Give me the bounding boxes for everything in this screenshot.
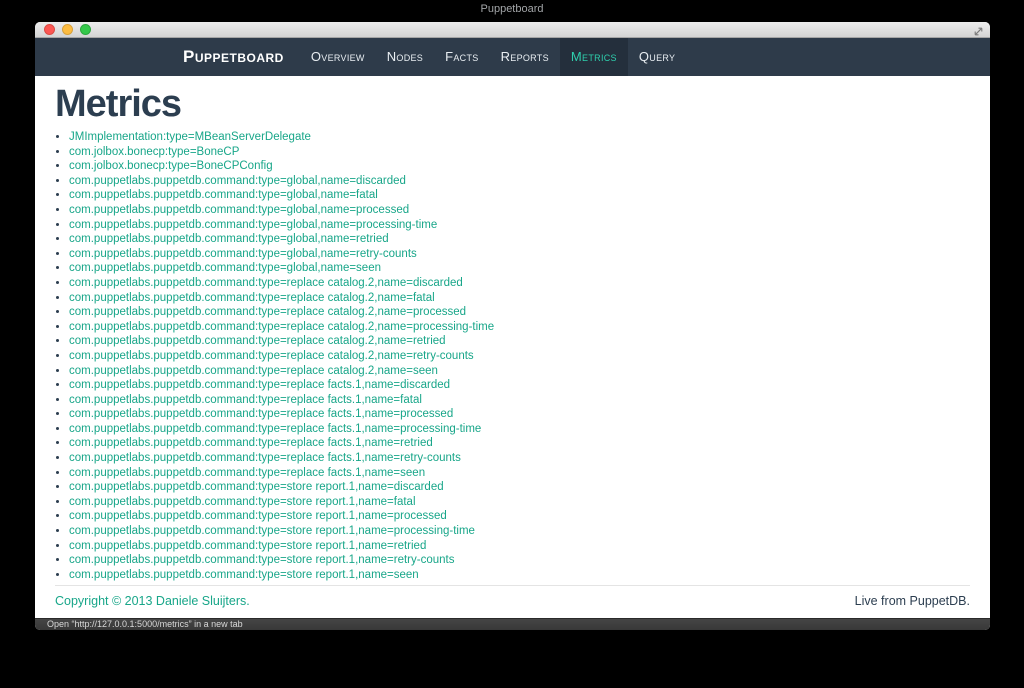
metric-list-item: com.puppetlabs.puppetdb.command:type=rep…: [69, 291, 970, 306]
main-navbar: Puppetboard Overview Nodes Facts Reports…: [35, 38, 990, 76]
metric-list-item: com.puppetlabs.puppetdb.command:type=sto…: [69, 509, 970, 524]
metric-list-item: com.puppetlabs.puppetdb.command:type=sto…: [69, 539, 970, 554]
metric-link[interactable]: com.puppetlabs.puppetdb.command:type=rep…: [69, 277, 463, 289]
metric-link[interactable]: com.puppetlabs.puppetdb.command:type=rep…: [69, 379, 450, 391]
metric-list-item: com.puppetlabs.puppetdb.command:type=rep…: [69, 466, 970, 481]
metric-link[interactable]: com.jolbox.bonecp:type=BoneCPConfig: [69, 160, 273, 172]
metric-list-item: com.puppetlabs.puppetdb.command:type=glo…: [69, 188, 970, 203]
metric-link[interactable]: com.puppetlabs.puppetdb.command:type=rep…: [69, 437, 433, 449]
metric-link[interactable]: com.puppetlabs.puppetdb.command:type=sto…: [69, 540, 426, 552]
metric-link[interactable]: com.puppetlabs.puppetdb.command:type=glo…: [69, 204, 409, 216]
nav-link[interactable]: Nodes: [376, 38, 434, 76]
status-text: Open “http://127.0.0.1:5000/metrics” in …: [47, 619, 243, 629]
metric-link[interactable]: com.jolbox.bonecp:type=BoneCP: [69, 146, 239, 158]
metric-list-item: com.puppetlabs.puppetdb.command:type=glo…: [69, 203, 970, 218]
window-titlebar: [35, 22, 990, 38]
metric-list-item: com.puppetlabs.puppetdb.command:type=glo…: [69, 218, 970, 233]
metric-list-item: com.puppetlabs.puppetdb.command:type=rep…: [69, 436, 970, 451]
metric-list-item: com.jolbox.bonecp:type=BoneCPConfig: [69, 159, 970, 174]
metric-list-item: JMImplementation:type=MBeanServerDelegat…: [69, 130, 970, 145]
nav-link[interactable]: Metrics: [559, 38, 628, 76]
metric-list-item: com.puppetlabs.puppetdb.command:type=rep…: [69, 451, 970, 466]
nav-link[interactable]: Reports: [490, 38, 560, 76]
nav-item-query[interactable]: Query: [628, 38, 686, 76]
metric-list-item: com.puppetlabs.puppetdb.command:type=rep…: [69, 378, 970, 393]
metric-link[interactable]: com.puppetlabs.puppetdb.command:type=glo…: [69, 262, 381, 274]
metric-link[interactable]: com.puppetlabs.puppetdb.command:type=glo…: [69, 248, 417, 260]
metric-link[interactable]: com.puppetlabs.puppetdb.command:type=rep…: [69, 408, 453, 420]
page-title: Metrics: [55, 83, 182, 125]
metric-link[interactable]: com.puppetlabs.puppetdb.command:type=sto…: [69, 569, 419, 581]
nav-item-overview[interactable]: Overview: [300, 38, 376, 76]
metric-list-item: com.puppetlabs.puppetdb.command:type=glo…: [69, 261, 970, 276]
zoom-button[interactable]: [80, 24, 91, 35]
metric-list-item: com.puppetlabs.puppetdb.command:type=sto…: [69, 480, 970, 495]
window-title: Puppetboard: [480, 3, 544, 15]
metric-link[interactable]: com.puppetlabs.puppetdb.command:type=rep…: [69, 292, 435, 304]
fullscreen-icon[interactable]: [973, 24, 984, 36]
nav-list: Overview Nodes Facts Reports Metrics Que…: [300, 38, 686, 76]
metric-link[interactable]: com.puppetlabs.puppetdb.command:type=rep…: [69, 467, 425, 479]
close-button[interactable]: [44, 24, 55, 35]
metric-list-item: com.puppetlabs.puppetdb.command:type=rep…: [69, 349, 970, 364]
metric-link[interactable]: com.puppetlabs.puppetdb.command:type=rep…: [69, 350, 474, 362]
traffic-lights: [44, 24, 91, 35]
nav-link[interactable]: Query: [628, 38, 686, 76]
metric-link[interactable]: com.puppetlabs.puppetdb.command:type=sto…: [69, 481, 444, 493]
metric-link[interactable]: com.puppetlabs.puppetdb.command:type=glo…: [69, 189, 378, 201]
nav-link[interactable]: Facts: [434, 38, 489, 76]
metric-list-item: com.puppetlabs.puppetdb.command:type=sto…: [69, 568, 970, 583]
metric-list-item: com.puppetlabs.puppetdb.command:type=rep…: [69, 364, 970, 379]
metric-link[interactable]: com.puppetlabs.puppetdb.command:type=glo…: [69, 175, 406, 187]
metrics-list: JMImplementation:type=MBeanServerDelegat…: [55, 130, 970, 582]
status-bar: Open “http://127.0.0.1:5000/metrics” in …: [35, 618, 990, 630]
live-from-text: Live from PuppetDB.: [854, 594, 970, 608]
metric-list-item: com.puppetlabs.puppetdb.command:type=sto…: [69, 495, 970, 510]
metric-link[interactable]: com.puppetlabs.puppetdb.command:type=glo…: [69, 219, 437, 231]
metric-link[interactable]: com.puppetlabs.puppetdb.command:type=rep…: [69, 452, 461, 464]
nav-link[interactable]: Overview: [300, 38, 376, 76]
metric-link[interactable]: com.puppetlabs.puppetdb.command:type=sto…: [69, 496, 416, 508]
metric-link[interactable]: com.puppetlabs.puppetdb.command:type=rep…: [69, 306, 466, 318]
metric-link[interactable]: com.puppetlabs.puppetdb.command:type=rep…: [69, 365, 438, 377]
metric-list-item: com.puppetlabs.puppetdb.command:type=rep…: [69, 305, 970, 320]
metric-list-item: com.puppetlabs.puppetdb.command:type=sto…: [69, 524, 970, 539]
nav-item-reports[interactable]: Reports: [490, 38, 560, 76]
browser-window: Puppetboard Overview Nodes Facts Reports…: [35, 22, 990, 630]
metric-link[interactable]: com.puppetlabs.puppetdb.command:type=rep…: [69, 335, 446, 347]
metric-link[interactable]: com.puppetlabs.puppetdb.command:type=sto…: [69, 510, 447, 522]
metric-list-item: com.puppetlabs.puppetdb.command:type=glo…: [69, 247, 970, 262]
nav-item-facts[interactable]: Facts: [434, 38, 489, 76]
navbar-brand[interactable]: Puppetboard: [183, 38, 284, 76]
metric-link[interactable]: com.puppetlabs.puppetdb.command:type=sto…: [69, 554, 454, 566]
metric-link[interactable]: com.puppetlabs.puppetdb.command:type=glo…: [69, 233, 389, 245]
metric-list-item: com.puppetlabs.puppetdb.command:type=glo…: [69, 232, 970, 247]
metric-list-item: com.puppetlabs.puppetdb.command:type=sto…: [69, 553, 970, 568]
metric-list-item: com.puppetlabs.puppetdb.command:type=rep…: [69, 407, 970, 422]
minimize-button[interactable]: [62, 24, 73, 35]
metric-list-item: com.puppetlabs.puppetdb.command:type=rep…: [69, 276, 970, 291]
page-content: Metrics JMImplementation:type=MBeanServe…: [35, 76, 990, 585]
nav-item-metrics[interactable]: Metrics: [559, 38, 628, 76]
metric-list-item: com.puppetlabs.puppetdb.command:type=rep…: [69, 334, 970, 349]
metric-list-item: com.puppetlabs.puppetdb.command:type=glo…: [69, 174, 970, 189]
metric-list-item: com.puppetlabs.puppetdb.command:type=rep…: [69, 422, 970, 437]
page-footer: Copyright © 2013 Daniele Sluijters. Live…: [55, 585, 970, 618]
metric-list-item: com.puppetlabs.puppetdb.command:type=rep…: [69, 320, 970, 335]
metric-list-item: com.jolbox.bonecp:type=BoneCP: [69, 145, 970, 160]
metric-link[interactable]: com.puppetlabs.puppetdb.command:type=rep…: [69, 321, 494, 333]
metric-link[interactable]: JMImplementation:type=MBeanServerDelegat…: [69, 131, 311, 143]
metric-link[interactable]: com.puppetlabs.puppetdb.command:type=rep…: [69, 394, 422, 406]
metric-list-item: com.puppetlabs.puppetdb.command:type=rep…: [69, 393, 970, 408]
nav-item-nodes[interactable]: Nodes: [376, 38, 434, 76]
copyright-link[interactable]: Copyright © 2013 Daniele Sluijters.: [55, 594, 250, 609]
metric-link[interactable]: com.puppetlabs.puppetdb.command:type=rep…: [69, 423, 481, 435]
metric-link[interactable]: com.puppetlabs.puppetdb.command:type=sto…: [69, 525, 475, 537]
